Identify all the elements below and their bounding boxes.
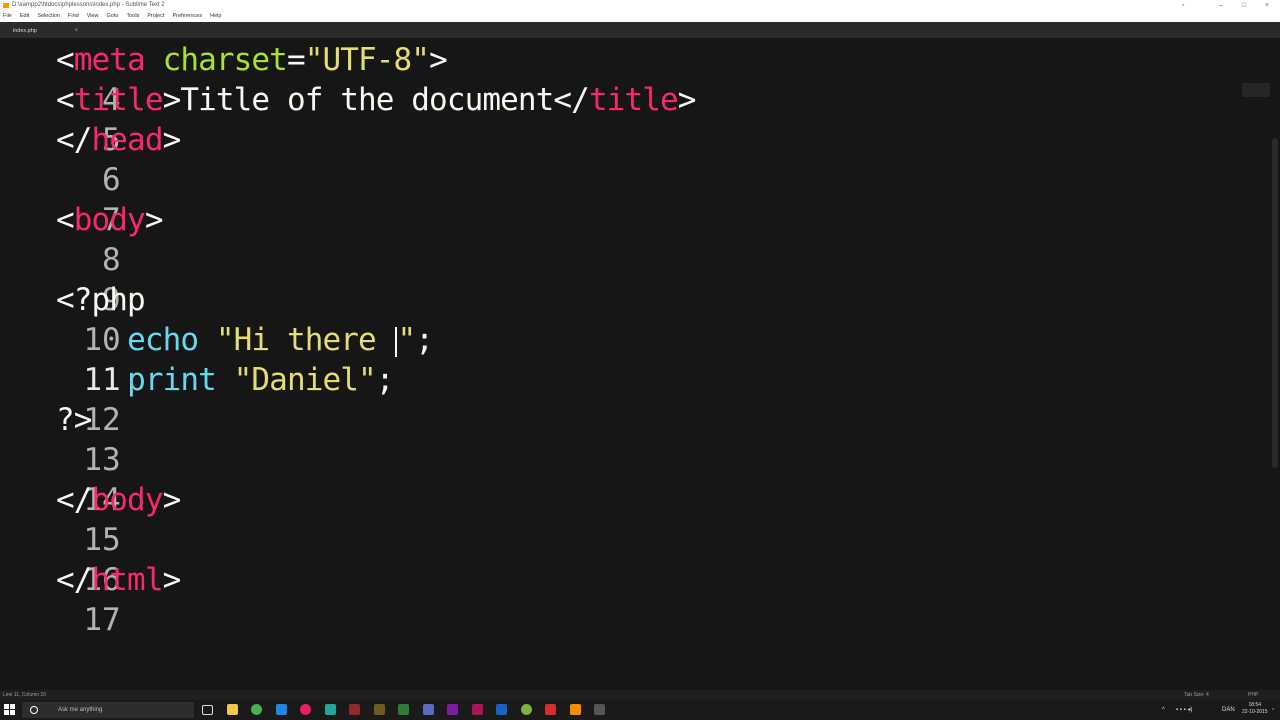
window-pin-icon[interactable]: ▫ bbox=[1172, 0, 1194, 11]
code-text: </body> bbox=[56, 482, 181, 518]
code-line-15: 15 </body> bbox=[0, 480, 1240, 558]
taskbar-clock[interactable]: 18:54 22-10-2015 bbox=[1242, 702, 1268, 716]
code-line-17: 17 </html> bbox=[0, 560, 1240, 638]
tab-index-php[interactable]: index.php × bbox=[6, 25, 84, 38]
window-title-bar: D:\xampp2\htdocs\phplessons\index.php - … bbox=[0, 0, 1280, 11]
code-text: <title>Title of the document</title> bbox=[56, 82, 696, 118]
menu-view[interactable]: View bbox=[87, 11, 99, 22]
code-line-11: 11 echo "Hi there "; bbox=[0, 320, 1240, 398]
code-line-7: 7 bbox=[0, 160, 1240, 238]
minimap-viewport[interactable] bbox=[1242, 83, 1270, 97]
vertical-scrollbar[interactable] bbox=[1272, 138, 1278, 468]
action-center-icon[interactable]: ▫ bbox=[1272, 700, 1274, 720]
tab-close-icon[interactable]: × bbox=[74, 25, 78, 38]
syntax-selector[interactable]: PHP bbox=[1248, 690, 1258, 700]
menu-tools[interactable]: Tools bbox=[126, 11, 139, 22]
clock-time: 18:54 bbox=[1248, 702, 1262, 708]
tab-label: index.php bbox=[13, 28, 37, 34]
windows-start-icon[interactable] bbox=[4, 704, 16, 716]
app-icon-3[interactable] bbox=[349, 704, 360, 715]
code-line-9: 9 bbox=[0, 240, 1240, 318]
app-icon-7[interactable] bbox=[447, 704, 458, 715]
menu-selection[interactable]: Selection bbox=[37, 11, 60, 22]
keyboard-language[interactable]: DAN bbox=[1222, 700, 1235, 720]
menu-project[interactable]: Project bbox=[147, 11, 164, 22]
chrome-icon[interactable] bbox=[251, 704, 262, 715]
app-icon-4[interactable] bbox=[374, 704, 385, 715]
windows-taskbar: Ask me anything ^ ▪ ▪ ▪ ◂) DAN 18:54 22-… bbox=[0, 700, 1280, 720]
cursor-position: Line 11, Column 20 bbox=[3, 692, 46, 698]
file-explorer-icon[interactable] bbox=[227, 704, 238, 715]
tray-app-icons[interactable]: ▪ ▪ ▪ ◂) bbox=[1176, 700, 1192, 720]
status-bar: Line 11, Column 20 Tab Size: 4 PHP bbox=[0, 690, 1280, 700]
app-icon-10[interactable] bbox=[521, 704, 532, 715]
app-icon-5[interactable] bbox=[398, 704, 409, 715]
code-line-4: 4 <meta charset="UTF-8"> bbox=[0, 40, 1240, 118]
tab-size-selector[interactable]: Tab Size: 4 bbox=[1184, 690, 1209, 700]
code-line-6: 6 </head> bbox=[0, 120, 1240, 198]
menu-help[interactable]: Help bbox=[210, 11, 221, 22]
code-text: <body> bbox=[56, 202, 163, 238]
code-line-12: 12 print "Daniel"; bbox=[0, 360, 1240, 438]
filezilla-icon[interactable] bbox=[545, 704, 556, 715]
tray-chevron-icon[interactable]: ^ bbox=[1162, 700, 1165, 720]
cortana-circle-icon bbox=[30, 706, 38, 714]
code-line-5: 5 <title>Title of the document</title> bbox=[0, 80, 1240, 158]
tab-bar: index.php × bbox=[0, 22, 1280, 38]
app-icon-1[interactable] bbox=[300, 704, 311, 715]
clock-date: 22-10-2015 bbox=[1242, 709, 1268, 715]
menu-preferences[interactable]: Preferences bbox=[172, 11, 202, 22]
task-view-icon[interactable] bbox=[202, 705, 213, 715]
code-line-13: 13 ?> bbox=[0, 400, 1240, 478]
code-text: print "Daniel"; bbox=[127, 362, 394, 398]
xampp-icon[interactable] bbox=[570, 704, 581, 715]
code-line-8: 8 <body> bbox=[0, 200, 1240, 278]
app-icon-2[interactable] bbox=[325, 704, 336, 715]
menu-goto[interactable]: Goto bbox=[107, 11, 119, 22]
code-text: </html> bbox=[56, 562, 181, 598]
code-line-10: 10 <?php bbox=[0, 280, 1240, 358]
menu-bar: File Edit Selection Find View Goto Tools… bbox=[0, 11, 1280, 22]
cortana-search-box[interactable]: Ask me anything bbox=[22, 702, 194, 718]
code-text: </head> bbox=[56, 122, 181, 158]
close-button[interactable]: × bbox=[1256, 0, 1278, 11]
edge-icon[interactable] bbox=[276, 704, 287, 715]
minimize-button[interactable]: – bbox=[1210, 0, 1232, 11]
code-line-16: 16 bbox=[0, 520, 1240, 598]
window-title: D:\xampp2\htdocs\phplessons\index.php - … bbox=[12, 2, 165, 8]
code-text: <meta charset="UTF-8"> bbox=[56, 42, 448, 78]
code-line-14: 14 bbox=[0, 440, 1240, 518]
code-text: <?php bbox=[56, 282, 146, 318]
search-placeholder: Ask me anything bbox=[58, 707, 103, 713]
code-text: echo "Hi there "; bbox=[127, 322, 434, 358]
menu-file[interactable]: File bbox=[3, 11, 12, 22]
app-icon-6[interactable] bbox=[423, 704, 434, 715]
sublime-app-icon bbox=[3, 3, 9, 8]
sublime-text-taskbar-icon[interactable] bbox=[594, 704, 605, 715]
code-editor[interactable]: 4 <meta charset="UTF-8"> 5 <title>Title … bbox=[0, 38, 1280, 688]
app-icon-8[interactable] bbox=[472, 704, 483, 715]
menu-edit[interactable]: Edit bbox=[20, 11, 29, 22]
maximize-button[interactable]: □ bbox=[1233, 0, 1255, 11]
code-text: ?> bbox=[56, 402, 92, 438]
text-cursor bbox=[394, 326, 397, 357]
app-icon-9[interactable] bbox=[496, 704, 507, 715]
menu-find[interactable]: Find bbox=[68, 11, 79, 22]
line-number: 17 bbox=[83, 602, 121, 638]
